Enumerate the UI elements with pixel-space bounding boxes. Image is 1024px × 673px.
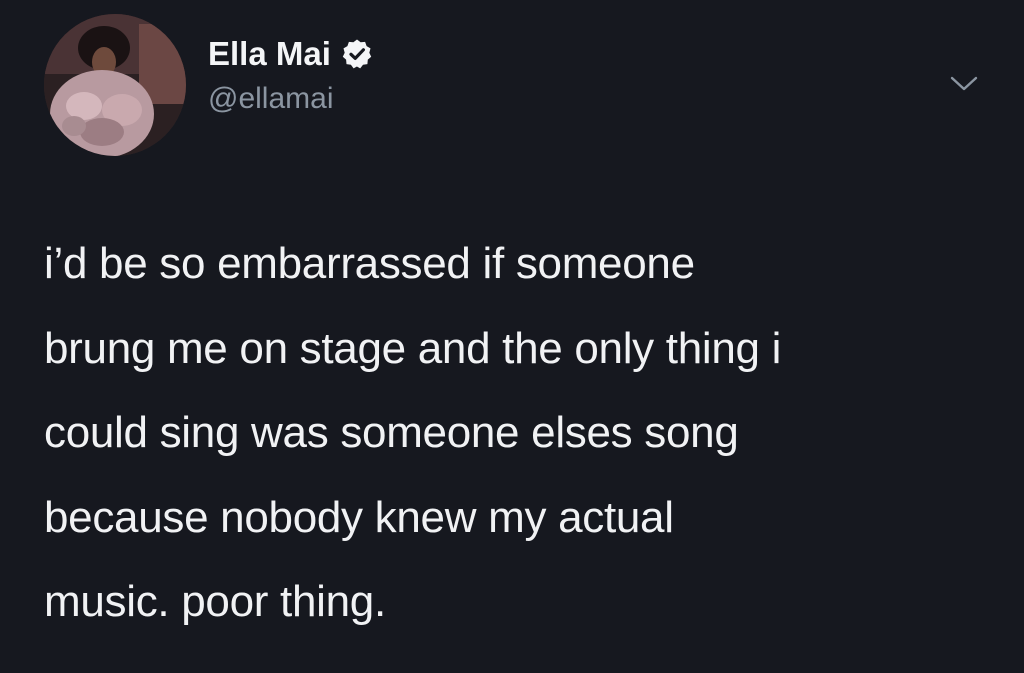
chevron-down-icon[interactable] xyxy=(948,72,980,96)
author-block: Ella Mai @ellamai xyxy=(208,32,373,116)
avatar-image xyxy=(44,14,186,156)
display-name[interactable]: Ella Mai xyxy=(208,35,331,73)
verified-badge-icon xyxy=(341,38,373,70)
tweet-card: Ella Mai @ellamai i’d be so embarrassed … xyxy=(0,0,1024,673)
handle[interactable]: @ellamai xyxy=(208,82,373,116)
avatar[interactable] xyxy=(44,14,186,156)
tweet-text: i’d be so embarrassed if someone brung m… xyxy=(44,239,782,626)
name-row: Ella Mai xyxy=(208,32,373,76)
